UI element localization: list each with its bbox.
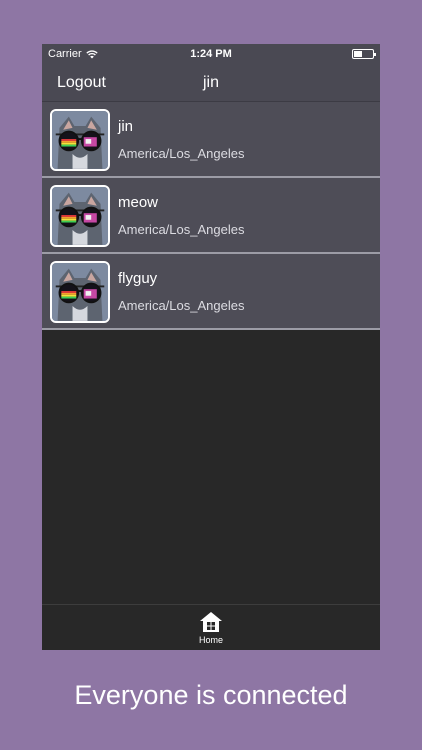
tab-bar: Home: [42, 604, 380, 650]
home-icon: [200, 612, 222, 632]
battery-icon: [352, 49, 376, 59]
tab-home-label: Home: [198, 635, 223, 645]
status-bar: Carrier 1:24 PM: [42, 44, 380, 64]
user-name: jin: [118, 118, 134, 135]
user-timezone: America/Los_Angeles: [118, 298, 245, 313]
user-row[interactable]: flyguy America/Los_Angeles: [42, 254, 380, 330]
cat-avatar-icon: [50, 185, 110, 247]
user-timezone: America/Los_Angeles: [118, 222, 245, 237]
user-list: jin America/Los_Angeles meow America/Los…: [42, 102, 380, 330]
promo-caption: Everyone is connected: [74, 680, 348, 710]
cat-avatar-icon: [50, 261, 110, 323]
phone-screen: Carrier 1:24 PM Logout jin jin America/L…: [42, 44, 380, 650]
user-row[interactable]: jin America/Los_Angeles: [42, 102, 380, 178]
tab-home[interactable]: Home: [42, 611, 380, 645]
user-name: meow: [118, 194, 159, 211]
logout-button[interactable]: Logout: [57, 74, 106, 92]
navigation-bar: Logout jin: [42, 64, 380, 102]
user-timezone: America/Los_Angeles: [118, 146, 245, 161]
user-name: flyguy: [118, 270, 158, 287]
status-time: 1:24 PM: [190, 48, 232, 60]
cat-avatar-icon: [50, 109, 110, 171]
user-row[interactable]: meow America/Los_Angeles: [42, 178, 380, 254]
